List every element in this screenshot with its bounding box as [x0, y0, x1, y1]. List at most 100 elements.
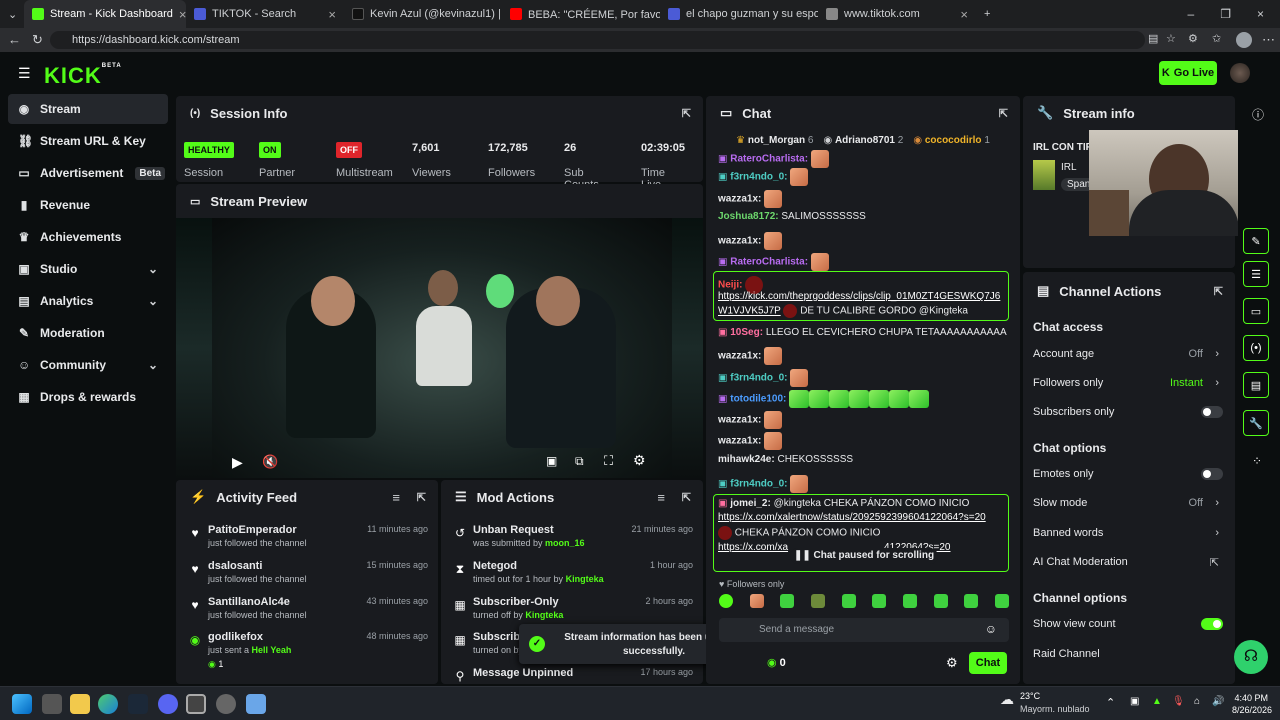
popout-icon[interactable]: ⇱: [682, 107, 691, 120]
moderator-name[interactable]: Kingteka: [525, 610, 563, 620]
sidebar-item-drops-rewards[interactable]: ▦ Drops & rewards: [8, 382, 168, 412]
close-icon[interactable]: ×: [328, 7, 336, 22]
sidebar-item-stream-url-key[interactable]: ⛓ Stream URL & Key: [8, 126, 168, 156]
chat-username[interactable]: wazza1x:: [718, 351, 761, 362]
gifter[interactable]: ♛ not_Morgan 6: [736, 135, 813, 146]
url-field[interactable]: https://dashboard.kick.com/stream: [50, 31, 1145, 49]
slow-mode-setting[interactable]: Slow mode Off ›: [1033, 497, 1223, 513]
more-icon[interactable]: ⋯: [1262, 32, 1275, 48]
sidebar-item-moderation[interactable]: ✎ Moderation: [8, 318, 168, 348]
sidebar-item-stream[interactable]: ◉ Stream: [8, 94, 168, 124]
chat-input[interactable]: Send a message ☺: [719, 618, 1009, 642]
popout-icon[interactable]: ⇱: [1214, 285, 1223, 298]
pip-icon[interactable]: ⧉: [575, 454, 584, 469]
rail-list-icon[interactable]: ☰: [1243, 261, 1269, 287]
volume-icon[interactable]: 🔊: [1212, 696, 1224, 707]
sidebar-item-achievements[interactable]: ♛ Achievements: [8, 222, 168, 252]
activity-user[interactable]: godlikefox: [208, 631, 263, 643]
followers-only-setting[interactable]: Followers only Instant ›: [1033, 377, 1223, 393]
chat-link[interactable]: https://kick.com/theprgoddess/clips/clip…: [718, 291, 1000, 302]
tray-mic-icon[interactable]: 🎙: [1172, 696, 1185, 707]
sidebar-item-revenue[interactable]: ▮ Revenue: [8, 190, 168, 220]
chat-username[interactable]: totodile100:: [730, 394, 786, 405]
chat-settings-gear-icon[interactable]: ⚙: [946, 655, 958, 671]
reader-icon[interactable]: ▤: [1148, 32, 1158, 45]
sidebar-item-analytics[interactable]: ▤ Analytics ⌄: [8, 286, 168, 316]
kick-coins[interactable]: ◉ 0: [767, 656, 786, 669]
tab-list-button[interactable]: ⌄: [0, 0, 24, 28]
chat-username[interactable]: wazza1x:: [718, 194, 761, 205]
tab-tiktok-profile[interactable]: Kevin Azul (@kevinazul1) | TikTok ×: [344, 0, 502, 28]
tray-app-icon[interactable]: ▣: [1130, 696, 1139, 707]
chat-username[interactable]: wazza1x:: [718, 236, 761, 247]
tray-chevron-icon[interactable]: ⌃: [1106, 696, 1115, 709]
chat-username[interactable]: wazza1x:: [718, 436, 761, 447]
reload-icon[interactable]: ↻: [32, 32, 43, 48]
steam-icon[interactable]: [128, 694, 148, 714]
kick-logo[interactable]: KICKBETA: [44, 63, 122, 89]
task-view-icon[interactable]: [42, 694, 62, 714]
chat-username[interactable]: 10Seg:: [730, 327, 763, 338]
tray-nvidia-icon[interactable]: ▲: [1152, 696, 1162, 707]
close-icon[interactable]: ×: [179, 7, 186, 22]
chat-username[interactable]: RateroCharlista:: [730, 154, 808, 165]
activity-user[interactable]: PatitoEmperador: [208, 524, 297, 536]
windows-start-icon[interactable]: [12, 694, 32, 714]
rail-chat-icon[interactable]: ▭: [1243, 298, 1269, 324]
info-icon[interactable]: ⓘ: [1252, 106, 1264, 123]
chat-username[interactable]: RateroCharlista:: [730, 257, 808, 268]
subscribers-only-toggle[interactable]: [1201, 406, 1223, 418]
chat-username[interactable]: f3rn4ndo_0:: [730, 172, 787, 183]
account-age-setting[interactable]: Account age Off ›: [1033, 348, 1223, 364]
emote-icon[interactable]: [749, 594, 764, 608]
edge-browser-icon[interactable]: [98, 694, 118, 714]
emote-icon[interactable]: [780, 594, 795, 608]
chat-username[interactable]: f3rn4ndo_0:: [730, 373, 787, 384]
mod-action-name[interactable]: Netegod: [473, 560, 517, 572]
activity-user[interactable]: dsalosanti: [208, 560, 262, 572]
new-tab-button[interactable]: +: [976, 0, 1000, 28]
sidebar-item-advertisement[interactable]: ▭ Advertisement Beta: [8, 158, 168, 188]
chat-username[interactable]: wazza1x:: [718, 415, 761, 426]
tab-tiktok-search[interactable]: TIKTOK - Search ×: [186, 0, 344, 28]
filter-icon[interactable]: ≡: [392, 490, 400, 505]
tab-tiktok-www[interactable]: www.tiktok.com ×: [818, 0, 976, 28]
gifter[interactable]: ◉ cococodirlo 1: [913, 135, 990, 146]
file-explorer-icon[interactable]: [70, 694, 90, 714]
filter-icon[interactable]: ≡: [657, 490, 665, 505]
app-icon[interactable]: [216, 694, 236, 714]
emote-icon[interactable]: [933, 594, 948, 608]
extensions-icon[interactable]: ⚙: [1188, 32, 1198, 45]
emotes-only-toggle[interactable]: [1201, 468, 1223, 480]
chat-username[interactable]: Neiji:: [718, 280, 742, 291]
chat-username[interactable]: jomei_2:: [730, 498, 771, 509]
chat-link[interactable]: https://x.com/xa: [718, 542, 788, 553]
support-headset-icon[interactable]: ☊: [1234, 640, 1268, 674]
notepad-icon[interactable]: [246, 694, 266, 714]
chat-paused-banner[interactable]: ❚❚ Chat paused for scrolling: [790, 548, 938, 564]
rail-server-icon[interactable]: ▤: [1243, 372, 1269, 398]
rail-stream-info-icon[interactable]: ✎: [1243, 228, 1269, 254]
emote-icon[interactable]: [810, 594, 825, 608]
chat-username[interactable]: Joshua8172:: [718, 211, 779, 222]
banned-words-setting[interactable]: Banned words ›: [1033, 527, 1223, 543]
network-icon[interactable]: ⌂: [1194, 696, 1200, 707]
mute-icon[interactable]: 🔇: [262, 454, 278, 470]
star-icon[interactable]: ☆: [1166, 32, 1176, 45]
emote-icon[interactable]: [902, 594, 917, 608]
popout-icon[interactable]: ⇱: [682, 491, 691, 504]
theater-mode-icon[interactable]: ▣: [546, 454, 557, 468]
tab-kick-dashboard[interactable]: Stream - Kick Dashboard ×: [24, 0, 186, 28]
fullscreen-icon[interactable]: ⛶: [604, 453, 613, 469]
close-icon[interactable]: ×: [960, 7, 968, 22]
go-live-button[interactable]: K Go Live: [1159, 61, 1217, 85]
ai-moderation-setting[interactable]: AI Chat Moderation ⇱: [1033, 556, 1223, 572]
back-arrow-icon[interactable]: ←: [8, 32, 21, 47]
stream-preview-video[interactable]: ▶ 🔇 ▣ ⧉ ⛶ ⚙: [176, 218, 703, 478]
popout-icon[interactable]: ⇱: [417, 491, 426, 504]
tab-youtube[interactable]: BEBA: "CRÉEME, Por favor" 🙏 ×: [502, 0, 660, 28]
moderator-name[interactable]: moon_16: [545, 538, 585, 548]
moderator-name[interactable]: Kingteka: [566, 574, 604, 584]
emote-icon[interactable]: [994, 594, 1009, 608]
rail-wrench-icon[interactable]: 🔧: [1243, 410, 1269, 436]
